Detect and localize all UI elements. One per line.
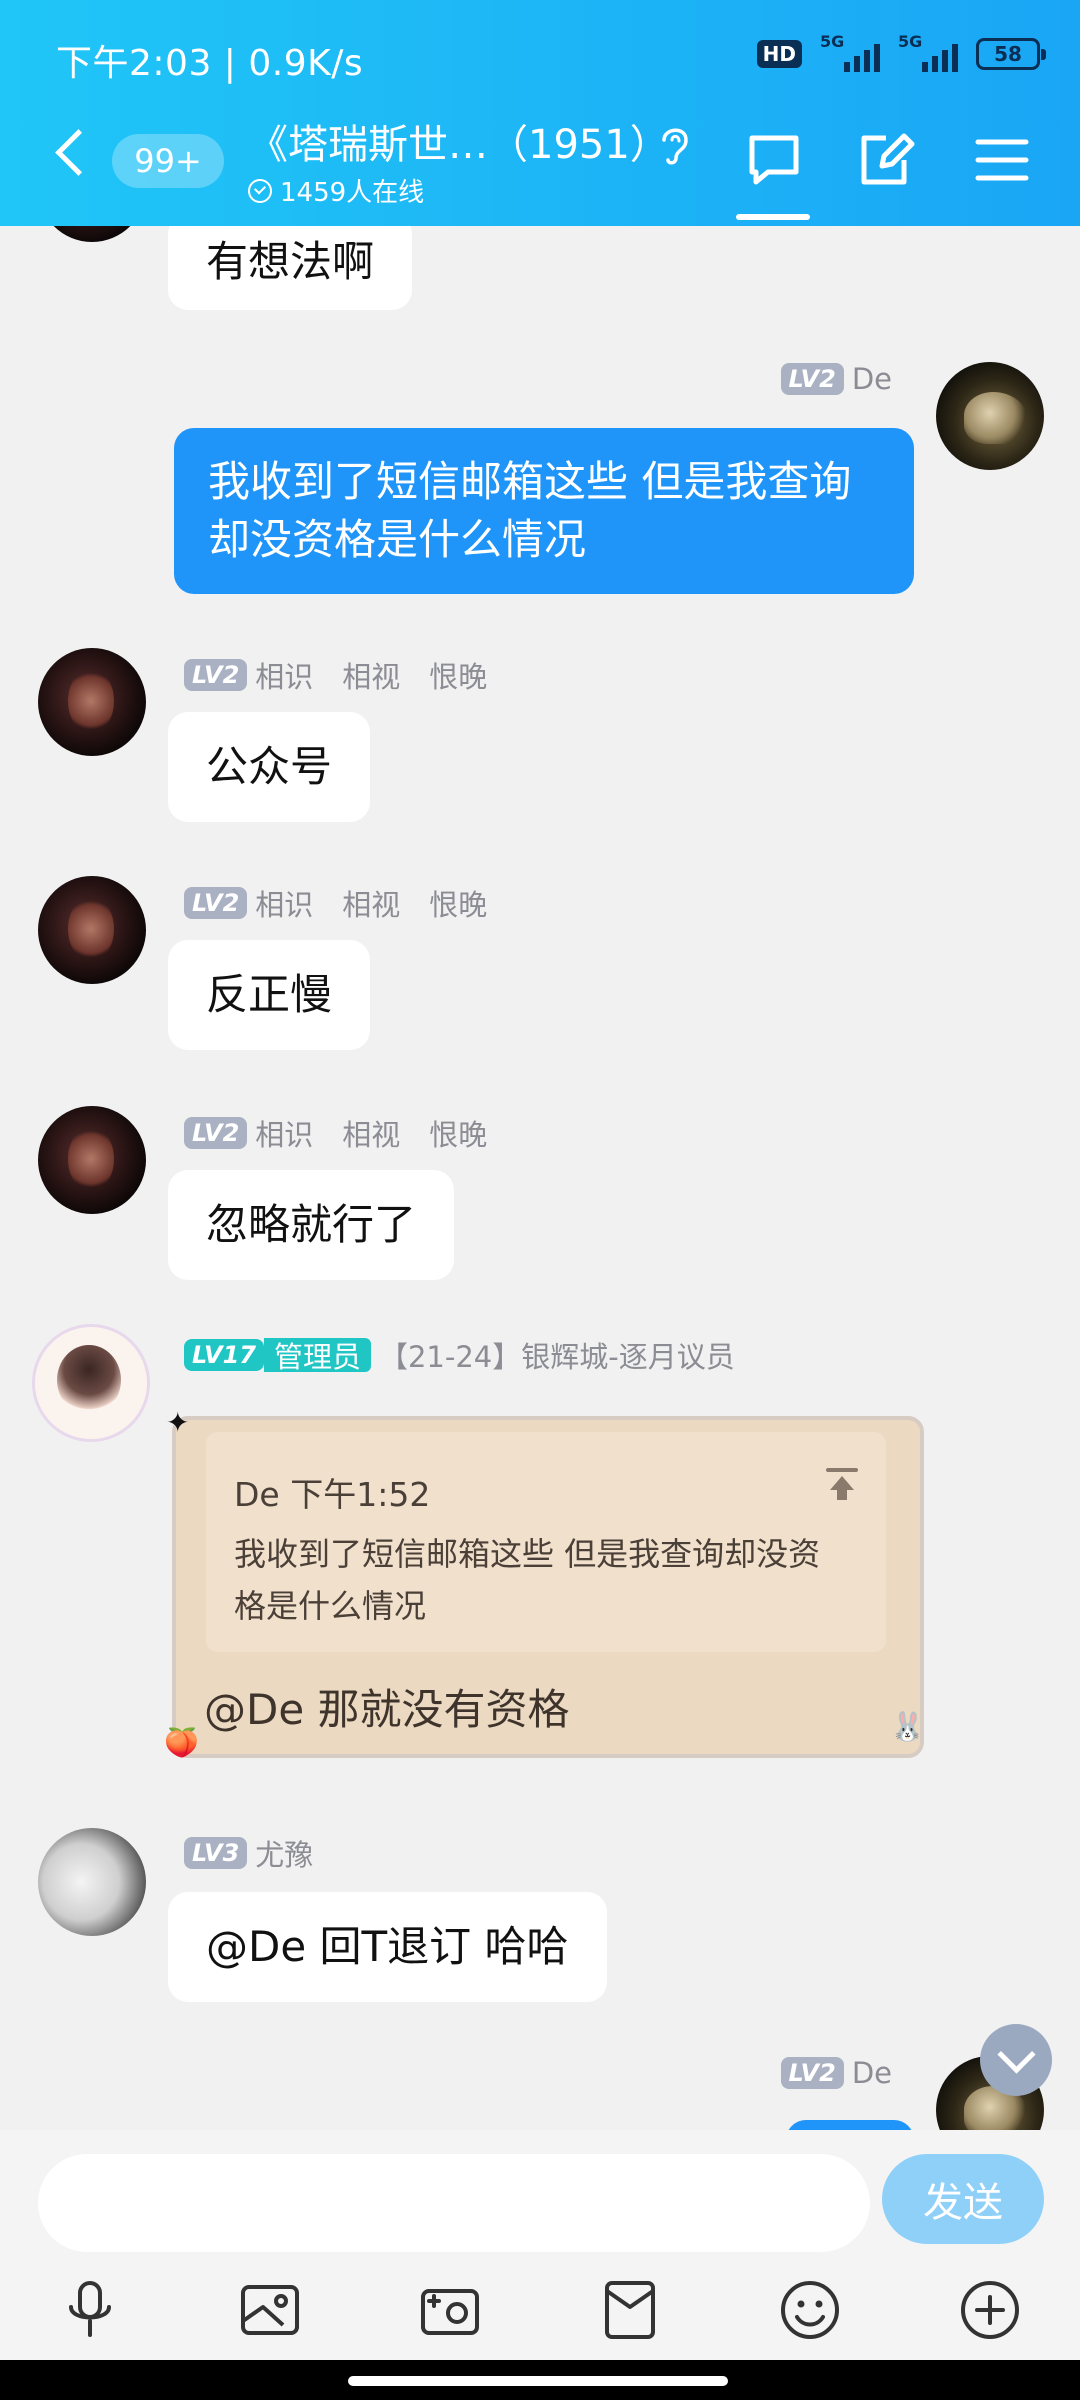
- chat-header: 下午2:03 | 0.9K/s HD 5G 5G 58 99+ 《塔瑞斯世…（1…: [0, 0, 1080, 226]
- status-icons: HD 5G 5G 58: [756, 32, 1046, 72]
- avatar[interactable]: [38, 1828, 146, 1936]
- level-badge: LV2: [780, 2057, 844, 2089]
- quote-header: De 下午1:52: [234, 1475, 431, 1514]
- level-badge: LV17: [184, 1339, 264, 1371]
- level-badge: LV2: [780, 363, 844, 395]
- camera-button[interactable]: [414, 2274, 486, 2346]
- quote-text: 我收到了短信邮箱这些 但是我查询却没资格是什么情况: [234, 1535, 821, 1625]
- reply-text: @De 那就没有资格: [204, 1685, 570, 1734]
- plus-circle-icon: [961, 2281, 1019, 2339]
- message-bubble[interactable]: [786, 2120, 914, 2130]
- message-bubble[interactable]: 忽略就行了: [168, 1170, 455, 1280]
- microphone-icon: [69, 2281, 111, 2337]
- avatar[interactable]: [38, 648, 146, 756]
- message-meta: LV2 De: [780, 2056, 892, 2090]
- scroll-to-bottom-button[interactable]: [980, 2024, 1052, 2096]
- chat-icon[interactable]: [744, 130, 804, 190]
- level-badge: LV2: [184, 887, 248, 919]
- message-bubble[interactable]: 有想法啊: [168, 226, 413, 310]
- reply-message-card[interactable]: De 下午1:52 我收到了短信邮箱这些 但是我查询却没资格是什么情况 @De …: [164, 1406, 925, 1759]
- status-time: 下午2:03 | 0.9K/s: [56, 43, 364, 84]
- message-meta: LV2 相识 相视 恨晚: [184, 1112, 487, 1154]
- level-badge: LV3: [184, 1837, 248, 1869]
- avatar[interactable]: [38, 876, 146, 984]
- image-button[interactable]: [234, 2274, 306, 2346]
- emoji-button[interactable]: [774, 2274, 846, 2346]
- signal-icon: 5G: [820, 32, 880, 72]
- sender-name[interactable]: 相识 相视 恨晚: [255, 654, 487, 696]
- quoted-message[interactable]: De 下午1:52 我收到了短信邮箱这些 但是我查询却没资格是什么情况: [206, 1432, 886, 1652]
- image-icon: [241, 2285, 299, 2335]
- message-bubble[interactable]: 公众号: [168, 712, 371, 822]
- message-meta: LV3 尤豫: [184, 1832, 313, 1874]
- message-meta: LV2 De: [780, 362, 892, 396]
- sender-name[interactable]: De: [852, 2056, 892, 2090]
- message-list[interactable]: 有想法啊 LV2 De 我收到了短信邮箱这些 但是我查询却没资格是什么情况 LV…: [0, 226, 1080, 2130]
- online-status: 1459人在线: [248, 172, 424, 209]
- voice-button[interactable]: [54, 2274, 126, 2346]
- send-button[interactable]: 发送: [882, 2154, 1044, 2244]
- message-meta: LV17 管理员 【21-24】银辉城-逐月议员: [184, 1334, 735, 1376]
- edit-icon[interactable]: [856, 130, 916, 190]
- red-packet-icon: [605, 2281, 655, 2339]
- bunny-sticker-icon: 🐰: [890, 1710, 925, 1743]
- home-indicator[interactable]: [348, 2376, 728, 2386]
- sender-name[interactable]: De: [852, 362, 892, 396]
- red-packet-button[interactable]: [594, 2274, 666, 2346]
- hd-icon: HD: [756, 40, 802, 68]
- avatar[interactable]: [38, 226, 146, 242]
- message-bubble[interactable]: 我收到了短信邮箱这些 但是我查询却没资格是什么情况: [174, 428, 914, 594]
- star-sticker-icon: ✦: [166, 1406, 190, 1439]
- avatar[interactable]: [38, 1106, 146, 1214]
- avatar[interactable]: [32, 1324, 150, 1442]
- sender-name[interactable]: 【21-24】银辉城-逐月议员: [379, 1334, 735, 1376]
- avatar[interactable]: [936, 362, 1044, 470]
- jump-to-top-icon[interactable]: [824, 1466, 860, 1502]
- message-input[interactable]: [38, 2154, 870, 2252]
- input-bar: 发送: [0, 2130, 1080, 2270]
- message-meta: LV2 相识 相视 恨晚: [184, 654, 487, 696]
- signal-icon-2: 5G: [898, 32, 958, 72]
- system-nav-bar: [0, 2360, 1080, 2400]
- back-button[interactable]: [52, 130, 88, 178]
- group-title[interactable]: 《塔瑞斯世…（1951）: [248, 112, 670, 170]
- peach-sticker-icon: 🍑: [164, 1726, 199, 1759]
- battery-icon: 58: [976, 38, 1046, 70]
- sender-name[interactable]: 相识 相视 恨晚: [255, 882, 487, 924]
- camera-icon: [421, 2289, 479, 2335]
- message-meta: LV2 相识 相视 恨晚: [184, 882, 487, 924]
- admin-tag: 管理员: [263, 1338, 371, 1374]
- ear-icon[interactable]: [654, 122, 694, 168]
- menu-icon[interactable]: [972, 130, 1032, 190]
- unread-count-badge[interactable]: 99+: [112, 134, 224, 188]
- message-bubble[interactable]: 反正慢: [168, 940, 371, 1050]
- sender-name[interactable]: 相识 相视 恨晚: [255, 1112, 487, 1154]
- sender-name[interactable]: 尤豫: [255, 1832, 313, 1874]
- emoji-icon: [781, 2281, 839, 2339]
- message-bubble[interactable]: @De 回T退订 哈哈: [168, 1892, 607, 2002]
- check-circle-icon: [248, 178, 272, 203]
- input-toolbar: [0, 2270, 1080, 2360]
- level-badge: LV2: [184, 1117, 248, 1149]
- more-button[interactable]: [954, 2274, 1026, 2346]
- active-tab-indicator: [736, 214, 810, 220]
- online-count: 1459人在线: [280, 178, 425, 208]
- level-badge: LV2: [184, 659, 248, 691]
